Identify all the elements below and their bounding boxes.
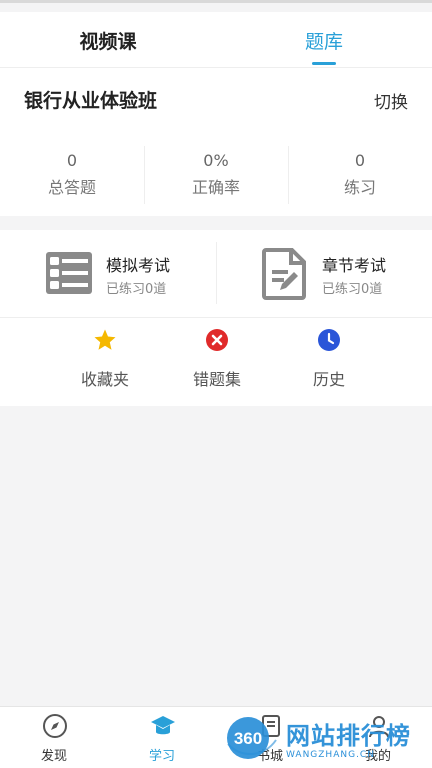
watermark-text: 网站排行榜: [286, 722, 411, 750]
tool-label: 收藏夹: [80, 370, 129, 389]
document-edit-icon: [262, 248, 306, 300]
chapter-exam-button[interactable]: 章节考试 已练习0道: [216, 230, 432, 317]
watermark-badge: 360: [234, 729, 262, 748]
star-icon: [94, 329, 116, 350]
exam-title: 模拟考试: [106, 256, 171, 275]
wrong-questions-button[interactable]: 错题集: [167, 318, 267, 406]
nav-discover[interactable]: 发现: [0, 707, 108, 768]
stat-value: 0%: [203, 150, 229, 170]
exam-subtitle: 已练习0道: [106, 282, 167, 297]
nav-study[interactable]: 学习: [108, 707, 216, 768]
stat-label: 总答题: [47, 177, 96, 197]
watermark-sub: WANGZHANG.CN: [286, 750, 375, 760]
mock-exam-button[interactable]: 模拟考试 已练习0道: [0, 230, 216, 317]
exam-subtitle: 已练习0道: [322, 282, 383, 297]
switch-course-button[interactable]: 切换: [374, 88, 408, 113]
course-header: 银行从业体验班 切换: [0, 68, 432, 132]
exam-title: 章节考试: [322, 256, 387, 275]
active-tab-indicator: [312, 62, 336, 65]
stat-accuracy: 0% 正确率: [144, 132, 288, 216]
graduation-cap-icon: [151, 716, 175, 735]
watermark-logo: 360 网站排行榜 WANGZHANG.CN: [224, 710, 432, 768]
tool-label: 错题集: [192, 370, 241, 389]
stat-label: 正确率: [191, 177, 240, 197]
nav-label: 发现: [40, 749, 67, 764]
stats-panel: 0 总答题 0% 正确率 0 练习: [0, 132, 432, 216]
clock-icon: [318, 329, 340, 351]
stat-label: 练习: [343, 177, 376, 197]
exam-panel: 模拟考试 已练习0道 章节考试 已练习0道: [0, 230, 432, 318]
course-title: 银行从业体验班: [24, 90, 158, 112]
tab-video-course[interactable]: 视频课: [0, 12, 216, 68]
nav-label: 学习: [148, 749, 175, 764]
favorites-button[interactable]: 收藏夹: [55, 318, 155, 406]
stat-practice: 0 练习: [288, 132, 432, 216]
error-icon: [206, 329, 228, 351]
stat-total-answered: 0 总答题: [0, 132, 144, 216]
tools-panel: 收藏夹 错题集 历史: [0, 318, 432, 406]
history-button[interactable]: 历史: [279, 318, 379, 406]
tab-question-bank[interactable]: 题库: [216, 12, 432, 68]
stat-value: 0: [66, 150, 78, 170]
top-tabs: 视频课 题库: [0, 12, 432, 68]
compass-icon: [43, 714, 67, 738]
tool-label: 历史: [312, 370, 345, 389]
exam-list-icon: [46, 252, 92, 294]
watermark-badge-icon: 360: [227, 717, 277, 759]
stat-value: 0: [354, 150, 366, 170]
status-bar: [0, 0, 432, 12]
